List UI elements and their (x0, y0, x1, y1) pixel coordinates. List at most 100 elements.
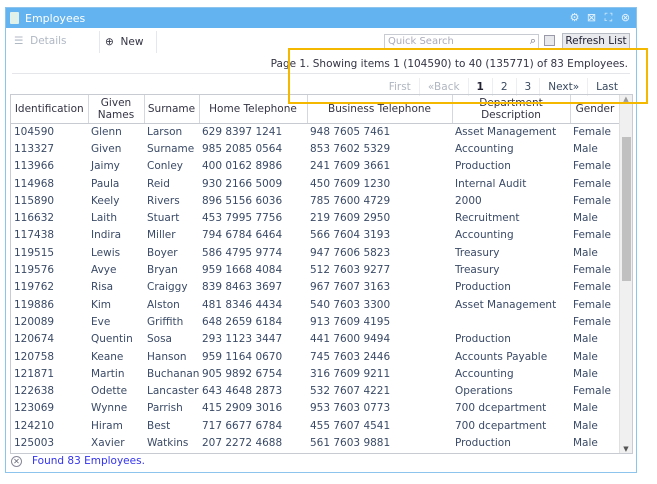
table-row[interactable]: 104590 Glenn Larson 629 8397 1241 948 7605 7… (11, 123, 620, 140)
table-cell: Internal Audit (455, 177, 527, 190)
table-cell: Female (573, 315, 611, 328)
table-row[interactable]: 120674 Quentin Sosa 293 1123 3447 441 7600 9… (11, 331, 620, 348)
table-cell: 116632 (14, 212, 55, 225)
scroll-down-icon[interactable]: ▼ (620, 445, 632, 453)
table-cell: 532 7607 4221 (310, 385, 391, 398)
table-row[interactable]: 114968 Paula Reid 930 2166 5009 450 7609 123… (11, 175, 620, 192)
table-cell: Sosa (147, 333, 172, 346)
table-cell: 219 7609 2950 (310, 212, 391, 225)
table-cell: Hiram (91, 419, 123, 432)
close-icon[interactable]: ⊗ (619, 11, 632, 24)
table-cell: Accounting (455, 367, 514, 380)
table-cell: Male (573, 436, 598, 449)
table-row[interactable]: 121871 Martin Buchanan 905 9892 6754 316 760… (11, 365, 620, 382)
table-cell: Male (573, 142, 598, 155)
table-cell: 120758 (14, 350, 55, 363)
table-row[interactable]: 120758 Keane Hanson 959 1164 0670 745 7603 2… (11, 348, 620, 365)
table-cell: Accounting (455, 229, 514, 242)
table-cell: Conley (147, 160, 184, 173)
column-header[interactable]: Identification (11, 95, 89, 124)
table-cell: 586 4795 9774 (202, 246, 283, 259)
collapse-icon[interactable]: ⊠ (585, 11, 598, 24)
table-row[interactable]: 120089 Eve Griffith 648 2659 6184 913 7609 4… (11, 313, 620, 330)
table-cell: Hanson (147, 350, 187, 363)
table-cell: Female (573, 229, 611, 242)
table-cell: Glenn (91, 125, 122, 138)
table-cell: 2000 (455, 194, 482, 207)
table-cell: 948 7605 7461 (310, 125, 391, 138)
table-cell: 794 6784 6464 (202, 229, 283, 242)
table-cell: Watkins (147, 436, 189, 449)
new-label: New (120, 36, 144, 48)
table-cell: 117438 (14, 229, 55, 242)
title-bar: Employees ⚙ ⊠ ⛶ ⊗ (6, 8, 636, 28)
table-row[interactable]: 119576 Avye Bryan 959 1668 4084 512 7603 927… (11, 261, 620, 278)
list-icon[interactable] (544, 35, 555, 46)
details-button[interactable]: ☰ Details (14, 35, 67, 47)
table-cell: 122638 (14, 385, 55, 398)
table-row[interactable]: 123069 Wynne Parrish 415 2909 3016 953 7603 … (11, 400, 620, 417)
table-cell: Female (573, 160, 611, 173)
new-button[interactable]: ⊕ New (99, 31, 157, 53)
dismiss-icon[interactable]: ✕ (11, 455, 22, 467)
table-cell: Larson (147, 125, 183, 138)
table-cell: 241 7609 3661 (310, 160, 391, 173)
table-row[interactable]: 113327 Given Surname 985 2085 0564 853 7602 … (11, 140, 620, 157)
column-header[interactable]: Surname (144, 95, 200, 124)
details-label: Details (30, 35, 67, 47)
table-cell: 566 7604 3193 (310, 229, 391, 242)
column-header[interactable]: Given Names (88, 95, 145, 124)
table-row[interactable]: 122638 Odette Lancaster 643 4648 2873 532 76… (11, 382, 620, 399)
table-cell: 959 1668 4084 (202, 264, 283, 277)
table-cell: Buchanan (147, 367, 199, 380)
table-cell: Xavier (91, 436, 125, 449)
table-cell: 700 dcepartment (455, 419, 547, 432)
table-row[interactable]: 119886 Kim Alston 481 8346 4434 540 7603 330… (11, 296, 620, 313)
table-row[interactable]: 124210 Hiram Best 717 6677 6784 455 7607 454… (11, 417, 620, 434)
vertical-scrollbar[interactable]: ▲ ▼ (619, 95, 632, 453)
table-cell: Female (573, 264, 611, 277)
table-cell: Risa (91, 281, 114, 294)
search-icon[interactable]: ⌕ (530, 34, 536, 47)
scroll-thumb[interactable] (622, 137, 631, 281)
table-cell: 453 7995 7756 (202, 212, 283, 225)
table-row[interactable]: 119515 Lewis Boyer 586 4795 9774 947 7606 58… (11, 244, 620, 261)
table-row[interactable]: 113966 Jaimy Conley 400 0162 8986 241 7609 3… (11, 158, 620, 175)
status-text: Found 83 Employees. (32, 455, 145, 467)
table-cell: 896 5156 6036 (202, 194, 283, 207)
table-row[interactable]: 119762 Risa Craiggy 839 8463 3697 967 7607 3… (11, 279, 620, 296)
table-cell: 853 7602 5329 (310, 142, 391, 155)
gear-icon[interactable]: ⚙ (568, 11, 581, 24)
table-cell: Asset Management (455, 125, 557, 138)
table-row[interactable]: 116632 Laith Stuart 453 7995 7756 219 7609 2… (11, 209, 620, 226)
table-cell: Kim (91, 298, 112, 311)
table-cell: Operations (455, 385, 513, 398)
details-icon: ☰ (14, 35, 24, 47)
employees-grid: Identification Given Names Surname Home Tel… (10, 94, 633, 454)
table-cell: Female (573, 177, 611, 190)
status-bar: ✕ Found 83 Employees. (11, 455, 145, 467)
table-row[interactable]: 125003 Xavier Watkins 207 2272 4688 561 7603… (11, 434, 620, 451)
table-cell: 455 7607 4541 (310, 419, 391, 432)
table-cell: 293 1123 3447 (202, 333, 283, 346)
table-cell: 745 7603 2446 (310, 350, 391, 363)
table-cell: Female (573, 281, 611, 294)
table-cell: Accounts Payable (455, 350, 548, 363)
table-row[interactable]: 115890 Keely Rivers 896 5156 6036 785 7600 4… (11, 192, 620, 209)
table-cell: 120674 (14, 333, 55, 346)
search-placeholder: Quick Search (388, 36, 454, 47)
table-row[interactable]: 117438 Indira Miller 794 6784 6464 566 7604 … (11, 227, 620, 244)
table-cell: 717 6677 6784 (202, 419, 283, 432)
table-cell: 441 7600 9494 (310, 333, 391, 346)
table-cell: 839 8463 3697 (202, 281, 283, 294)
expand-icon[interactable]: ⛶ (602, 11, 615, 24)
table-cell: 481 8346 4434 (202, 298, 283, 311)
table-cell: Production (455, 160, 511, 173)
table-cell: Wynne (91, 402, 128, 415)
table-cell: Rivers (147, 194, 180, 207)
table-cell: 113327 (14, 142, 55, 155)
table-cell: Treasury (455, 246, 500, 259)
table-cell: Keane (91, 350, 124, 363)
quick-search-input[interactable]: Quick Search ⌕ (384, 34, 539, 49)
table-cell: Female (573, 125, 611, 138)
